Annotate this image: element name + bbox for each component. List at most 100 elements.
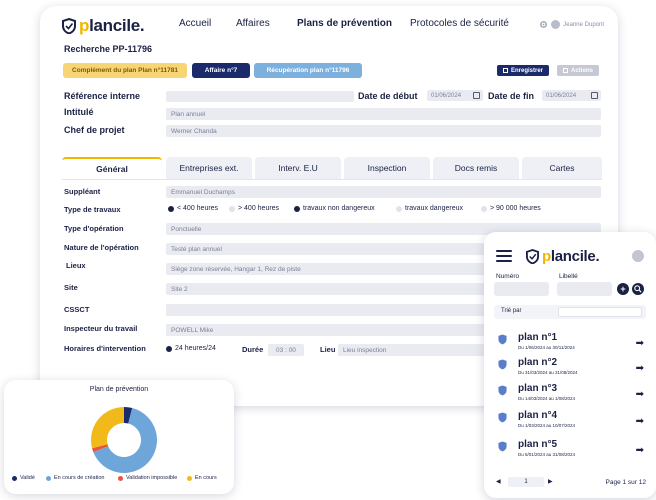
date-fin-field[interactable]: 01/06/2024	[542, 90, 601, 101]
mobile-card: plancile. Numéro Libellé + Trié par plan…	[484, 232, 656, 498]
tab-entreprises[interactable]: Entreprises ext.	[166, 157, 252, 179]
nav-plans-prevention[interactable]: Plans de prévention	[297, 18, 392, 29]
brand-name: plancile.	[79, 16, 145, 35]
shield-icon	[498, 441, 507, 452]
mobile-brand-name: plancile.	[542, 248, 600, 265]
list-item[interactable]: plan n°1 Du 1/06/2024 au 30/11/2024 ➡	[498, 332, 644, 356]
shield-icon	[498, 334, 507, 345]
calendar-icon[interactable]	[473, 92, 480, 99]
type-travaux-label: Type de travaux	[64, 205, 121, 214]
arrow-right-icon[interactable]: ➡	[636, 445, 644, 456]
sort-label: Trié par	[501, 308, 522, 314]
legend-en-cours-creation: En cours de création	[46, 475, 104, 481]
user-name: Jeanne Dupont	[563, 21, 604, 28]
actions-icon	[563, 68, 568, 73]
mobile-brand-logo[interactable]: plancile.	[526, 248, 600, 265]
ref-label: Référence interne	[64, 91, 141, 101]
nature-label: Nature de l'opération	[64, 243, 139, 252]
chef-label: Chef de projet	[64, 125, 125, 135]
site-label: Site	[64, 283, 78, 292]
list-item[interactable]: plan n°3 Du 14/03/2024 au 1/08/2024 ➡	[498, 383, 644, 407]
shield-icon	[498, 359, 507, 370]
shield-icon	[498, 385, 507, 396]
nav-accueil[interactable]: Accueil	[179, 18, 211, 29]
plus-icon: +	[620, 284, 626, 294]
suppleant-label: Suppléant	[64, 187, 101, 196]
legend-dot-icon	[118, 475, 123, 481]
radio-dot-icon	[166, 345, 172, 352]
radio-dot-icon	[229, 205, 235, 212]
intitule-field[interactable]: Plan annuel	[166, 108, 601, 120]
add-button[interactable]: +	[617, 283, 629, 295]
tab-general[interactable]: Général	[62, 157, 162, 179]
libelle-field[interactable]	[557, 282, 612, 296]
radio-dot-icon	[168, 205, 174, 212]
numero-field[interactable]	[494, 282, 549, 296]
inspecteur-label: Inspecteur du travail	[64, 324, 138, 333]
tab-cartes[interactable]: Cartes	[522, 157, 602, 179]
ref-field[interactable]	[166, 91, 354, 102]
badge-complement[interactable]: Complément du plan Plan n°11781	[63, 63, 187, 78]
legend-valide: Validé	[12, 475, 35, 481]
libelle-label: Libellé	[559, 273, 578, 280]
suppleant-field[interactable]: Emmanuel Duchamps	[166, 186, 601, 198]
gear-icon[interactable]	[539, 20, 548, 29]
nav-affaires[interactable]: Affaires	[236, 18, 270, 29]
list-item[interactable]: plan n°2 Du 31/03/2024 au 31/08/2024 ➡	[498, 357, 644, 381]
arrow-right-icon[interactable]: ➡	[636, 416, 644, 427]
chef-field[interactable]: Werner Chanda	[166, 125, 601, 137]
arrow-right-icon[interactable]: ➡	[636, 363, 644, 374]
radio-lt400[interactable]: < 400 heures	[168, 205, 218, 212]
page-info: Page 1 sur 12	[605, 479, 646, 486]
list-item[interactable]: plan n°4 Du 1/03/2024 au 10/07/2024 ➡	[498, 410, 644, 434]
duree-field[interactable]: 03 : 00	[268, 344, 304, 356]
tab-inspection[interactable]: Inspection	[344, 157, 430, 179]
badge-affaire[interactable]: Affaire n°7	[192, 63, 250, 78]
save-button[interactable]: Enregistrer	[497, 65, 550, 76]
arrow-right-icon[interactable]: ➡	[636, 389, 644, 400]
top-bar: plancile. Accueil Affaires Plans de prév…	[40, 6, 618, 44]
calendar-icon[interactable]	[591, 92, 598, 99]
list-item[interactable]: plan n°5 Du 5/01/2024 au 31/08/2024 ➡	[498, 439, 644, 463]
lieu-inspection-field[interactable]: Lieu inspection	[338, 344, 484, 356]
page-title: Recherche PP-11796	[64, 44, 153, 54]
user-menu[interactable]: Jeanne Dupont	[539, 20, 604, 29]
shield-logo-icon	[526, 249, 539, 264]
pagination: ◀ 1 ▶ Page 1 sur 12	[494, 477, 646, 489]
shield-icon	[498, 412, 507, 423]
tab-bar: Général Entreprises ext. Interv. E.U Ins…	[62, 157, 602, 179]
badge-recuperation[interactable]: Récupération plan n°11796	[254, 63, 362, 78]
date-debut-label: Date de début	[358, 91, 418, 101]
nav-protocoles[interactable]: Protocoles de sécurité	[410, 18, 509, 29]
search-button[interactable]	[632, 283, 644, 295]
radio-non-dangereux[interactable]: travaux non dangereux	[294, 205, 375, 212]
radio-dot-icon	[396, 205, 402, 212]
arrow-right-icon[interactable]: ➡	[636, 338, 644, 349]
date-debut-field[interactable]: 01/06/2024	[427, 90, 483, 101]
tab-interv-eu[interactable]: Interv. E.U	[255, 157, 341, 179]
donut-chart	[91, 407, 157, 473]
date-fin-label: Date de fin	[488, 91, 535, 101]
next-page-icon[interactable]: ▶	[548, 478, 553, 485]
lieu-label: Lieu	[320, 345, 336, 354]
radio-gt90000[interactable]: > 90 000 heures	[481, 205, 541, 212]
donut-slice-en-cours	[91, 407, 124, 449]
radio-dangereux[interactable]: travaux dangereux	[396, 205, 463, 212]
legend-dot-icon	[46, 475, 51, 481]
type-operation-label: Type d'opération	[64, 224, 124, 233]
tab-docs-remis[interactable]: Docs remis	[433, 157, 519, 179]
radio-gt400[interactable]: > 400 heures	[229, 205, 279, 212]
prev-page-icon[interactable]: ◀	[496, 478, 501, 485]
page-select[interactable]: 1	[508, 477, 544, 487]
actions-button[interactable]: Actions	[557, 65, 600, 76]
hamburger-menu-icon[interactable]	[496, 250, 512, 262]
mobile-avatar-icon[interactable]	[632, 250, 644, 262]
user-avatar-icon[interactable]	[551, 20, 561, 29]
brand-logo[interactable]: plancile.	[62, 16, 145, 36]
radio-dot-icon	[294, 205, 300, 212]
legend-validation-impossible: Validation impossible	[118, 475, 177, 481]
sort-select[interactable]	[558, 307, 642, 317]
radio-24h[interactable]: 24 heures/24	[166, 345, 216, 352]
intitule-label: Intitulé	[64, 107, 94, 117]
legend-dot-icon	[187, 475, 192, 481]
